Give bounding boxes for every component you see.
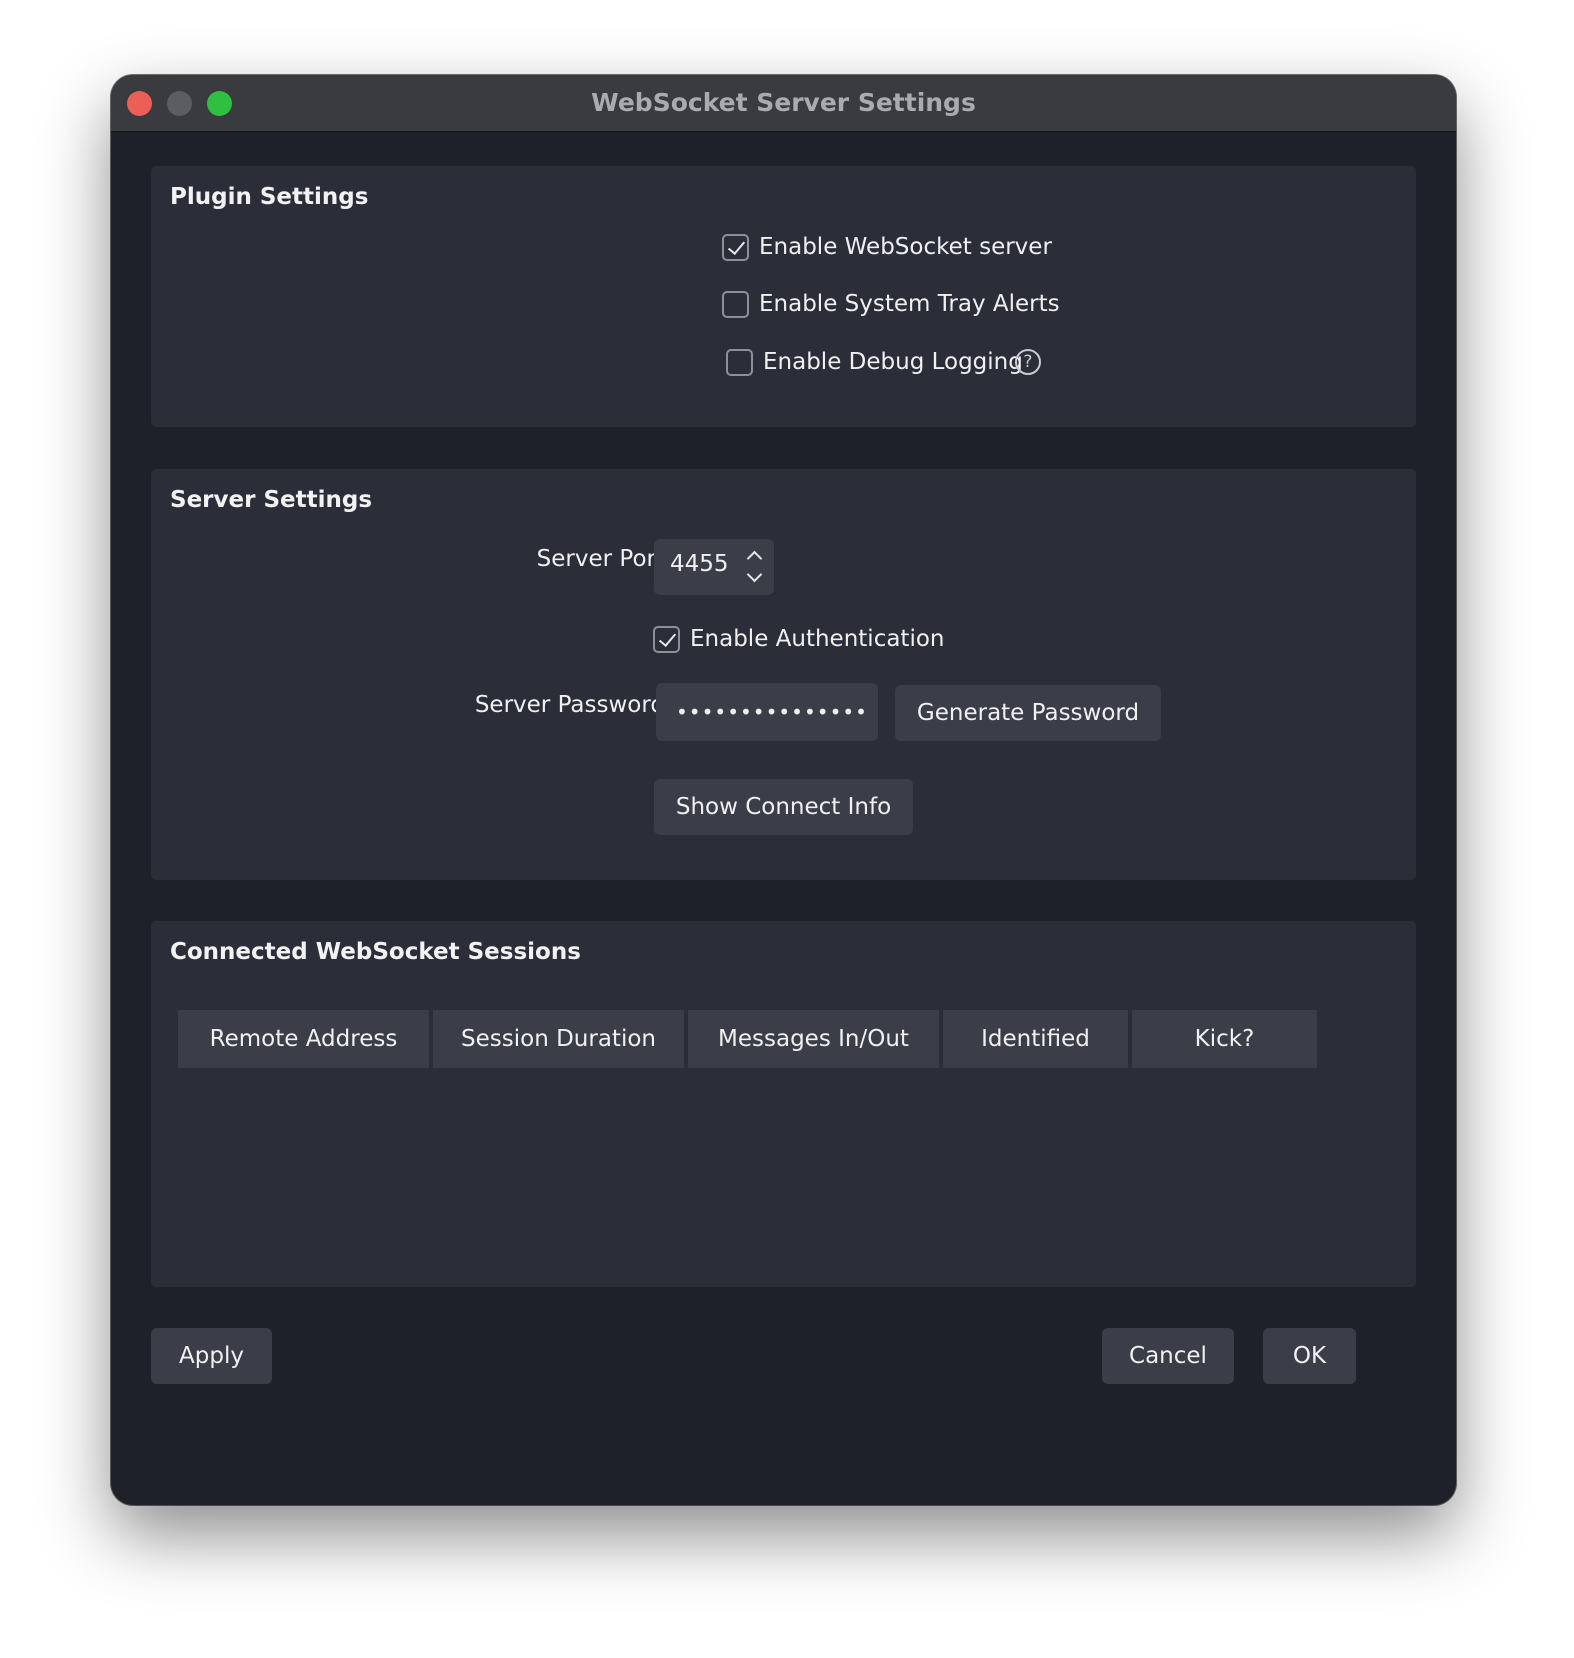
enable-auth-checkbox[interactable] xyxy=(653,625,680,653)
help-icon[interactable]: ? xyxy=(1014,349,1041,375)
show-connect-info-button[interactable]: Show Connect Info xyxy=(654,779,913,835)
enable-debug-logging-row[interactable]: Enable Debug Logging ? xyxy=(726,345,1041,379)
chevron-down-icon[interactable] xyxy=(746,566,763,583)
cancel-button[interactable]: Cancel xyxy=(1102,1328,1234,1384)
chevron-up-icon[interactable] xyxy=(746,550,763,567)
server-password-input[interactable]: ••••••••••••••• xyxy=(656,683,878,741)
enable-debug-logging-checkbox[interactable] xyxy=(726,348,753,376)
enable-tray-alerts-checkbox[interactable] xyxy=(722,290,749,318)
column-header-kick[interactable]: Kick? xyxy=(1132,1010,1317,1068)
column-header-identified[interactable]: Identified xyxy=(943,1010,1128,1068)
sessions-panel: Connected WebSocket Sessions Remote Addr… xyxy=(151,921,1416,1287)
server-settings-panel: Server Settings Server Port 4455 Enable … xyxy=(151,469,1416,880)
sessions-table-header: Remote Address Session Duration Messages… xyxy=(178,1010,1317,1068)
enable-server-checkbox[interactable] xyxy=(722,233,749,261)
plugin-settings-title: Plugin Settings xyxy=(170,184,369,210)
column-header-session-duration[interactable]: Session Duration xyxy=(433,1010,684,1068)
enable-server-label: Enable WebSocket server xyxy=(759,234,1052,260)
server-port-spinbox[interactable]: 4455 xyxy=(654,539,774,595)
column-header-messages[interactable]: Messages In/Out xyxy=(688,1010,939,1068)
window-title: WebSocket Server Settings xyxy=(591,88,976,117)
apply-button[interactable]: Apply xyxy=(151,1328,272,1384)
checkmark-icon xyxy=(727,236,746,255)
title-bar: WebSocket Server Settings xyxy=(111,75,1456,132)
sessions-title: Connected WebSocket Sessions xyxy=(170,939,581,965)
server-settings-title: Server Settings xyxy=(170,487,373,513)
enable-server-row[interactable]: Enable WebSocket server xyxy=(722,230,1052,264)
enable-tray-alerts-label: Enable System Tray Alerts xyxy=(759,291,1060,317)
generate-password-button[interactable]: Generate Password xyxy=(895,685,1161,741)
server-password-label: Server Password xyxy=(474,692,665,718)
settings-window: WebSocket Server Settings Plugin Setting… xyxy=(111,75,1456,1505)
checkmark-icon xyxy=(658,628,677,647)
column-header-remote-address[interactable]: Remote Address xyxy=(178,1010,429,1068)
server-port-label: Server Port xyxy=(536,546,665,572)
enable-auth-label: Enable Authentication xyxy=(690,626,945,652)
ok-button[interactable]: OK xyxy=(1263,1328,1356,1384)
server-port-value: 4455 xyxy=(670,551,729,577)
enable-auth-row[interactable]: Enable Authentication xyxy=(653,622,945,656)
plugin-settings-panel: Plugin Settings Enable WebSocket server … xyxy=(151,166,1416,427)
enable-tray-alerts-row[interactable]: Enable System Tray Alerts xyxy=(722,287,1060,321)
enable-debug-logging-label: Enable Debug Logging xyxy=(763,349,1023,375)
